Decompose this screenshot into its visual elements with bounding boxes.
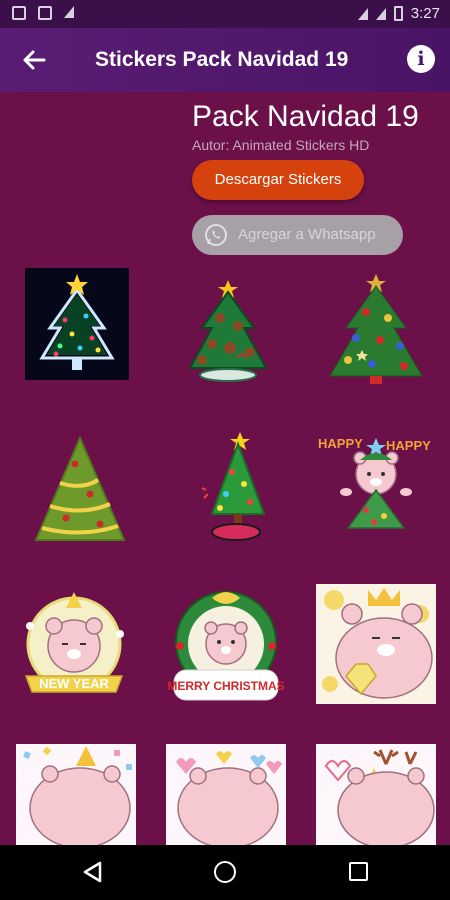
add-to-whatsapp-button[interactable]: Agregar a Whatsapp — [192, 215, 403, 255]
cookie-christmas-tree-sticker[interactable] — [168, 268, 288, 388]
no-sim-icon — [375, 7, 386, 20]
ornament-tree-image — [329, 274, 423, 384]
neon-tree-image — [25, 268, 129, 380]
app-bar: Stickers Pack Navidad 19 i — [0, 28, 450, 92]
main-content[interactable]: Pack Navidad 19 Autor: Animated Stickers… — [0, 92, 450, 845]
neon-christmas-tree-sticker[interactable] — [20, 268, 140, 388]
ornament-christmas-tree-sticker[interactable] — [316, 268, 436, 388]
happy-bear-text: HAPPY — [318, 436, 363, 451]
happy-bear-image: HAPPY HAPPY — [318, 436, 431, 529]
small-tree-image — [201, 432, 266, 541]
small-christmas-tree-sticker[interactable] — [168, 428, 288, 548]
gmail-icon — [12, 6, 26, 20]
confetti-bear-sticker[interactable] — [16, 744, 136, 845]
whatsapp-icon — [205, 224, 227, 246]
happy-bear-text-2: HAPPY — [386, 438, 431, 453]
status-bar: 3:27 — [0, 0, 450, 28]
confetti-bear-image — [16, 744, 136, 845]
nav-back-icon[interactable] — [82, 861, 104, 883]
back-button[interactable] — [18, 44, 50, 76]
tinsel-christmas-tree-sticker[interactable] — [20, 428, 140, 548]
new-year-bear-image: NEW YEAR — [24, 592, 124, 693]
crown-bear-image — [316, 584, 436, 704]
info-button[interactable]: i — [407, 45, 435, 73]
whatsapp-button-label: Agregar a Whatsapp — [238, 226, 376, 243]
status-right-icons: 3:27 — [357, 5, 440, 22]
reindeer-bear-sticker[interactable] — [316, 744, 436, 845]
download-stickers-button[interactable]: Descargar Stickers — [192, 160, 364, 200]
merry-christmas-bear-image: MERRY CHRISTMAS — [167, 591, 285, 701]
hearts-bear-image — [166, 744, 286, 845]
arrow-left-icon — [23, 50, 46, 70]
tinsel-tree-image — [34, 435, 126, 541]
status-left-icons — [12, 6, 74, 20]
pack-author: Autor: Animated Stickers HD — [192, 137, 370, 153]
wifi-icon — [357, 7, 368, 20]
status-time: 3:27 — [410, 5, 440, 22]
nav-recents-icon[interactable] — [349, 862, 368, 881]
happy-bear-tree-sticker[interactable]: HAPPY HAPPY — [316, 428, 436, 548]
merry-christmas-bear-sticker[interactable]: MERRY CHRISTMAS — [166, 586, 286, 706]
new-year-text: NEW YEAR — [39, 676, 109, 691]
reindeer-bear-image — [316, 744, 436, 845]
system-nav-bar — [0, 845, 450, 900]
crown-bear-diamond-sticker[interactable] — [316, 584, 436, 704]
pack-title: Pack Navidad 19 — [192, 100, 419, 133]
new-year-bear-sticker[interactable]: NEW YEAR — [16, 586, 136, 706]
battery-icon — [393, 6, 403, 21]
play-store-icon — [64, 6, 74, 18]
merry-christmas-text: MERRY CHRISTMAS — [167, 679, 284, 693]
cookie-tree-image — [188, 280, 268, 382]
nav-home-icon[interactable] — [214, 861, 236, 883]
hearts-bear-sticker[interactable] — [166, 744, 286, 845]
info-icon: i — [417, 48, 425, 70]
page-title: Stickers Pack Navidad 19 — [95, 48, 349, 71]
notification-a-icon — [38, 6, 52, 20]
